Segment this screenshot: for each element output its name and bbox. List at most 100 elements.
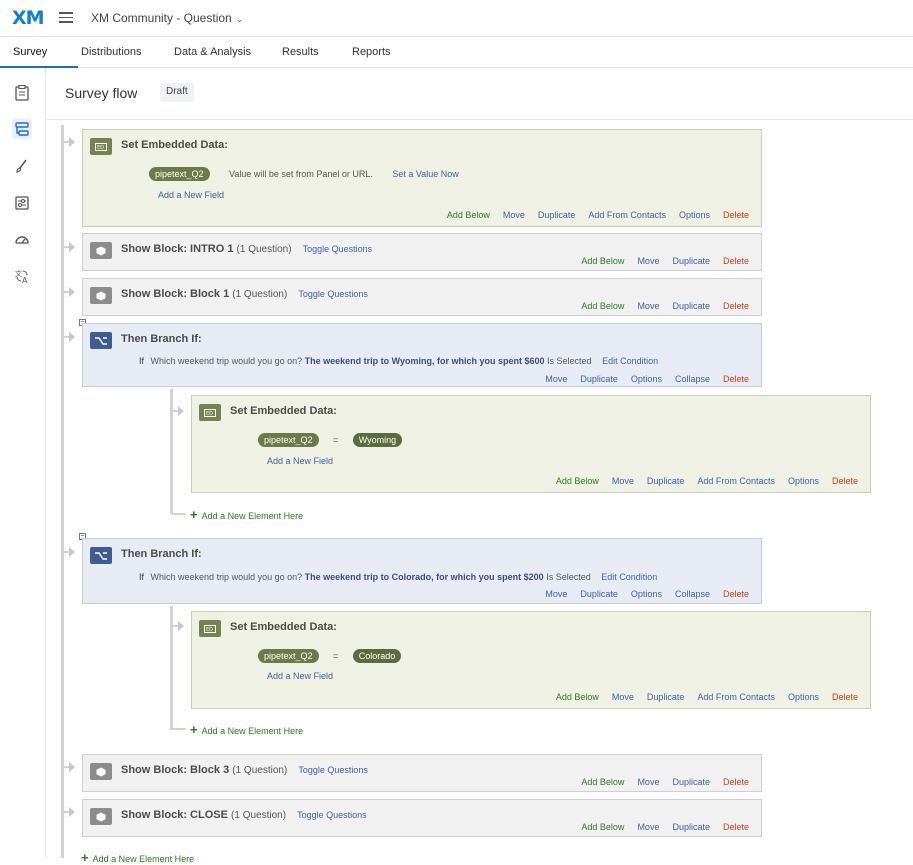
add-from-contacts-button[interactable]: Add From Contacts <box>588 210 666 220</box>
collapse-button[interactable]: Collapse <box>675 589 710 599</box>
add-below-button[interactable]: Add Below <box>581 301 624 311</box>
add-new-element-link[interactable]: + Add a New Element Here <box>190 722 303 737</box>
duplicate-button[interactable]: Duplicate <box>538 210 576 220</box>
menu-icon[interactable] <box>59 12 73 23</box>
duplicate-button[interactable]: Duplicate <box>672 777 710 787</box>
options-button[interactable]: Options <box>631 589 662 599</box>
status-badge: Draft <box>160 83 194 102</box>
move-button[interactable]: Move <box>545 589 567 599</box>
add-below-button[interactable]: Add Below <box>581 256 624 266</box>
condition-choice: The weekend trip to Colorado, for which … <box>304 572 544 582</box>
set-value-now-link[interactable]: Set a Value Now <box>392 169 458 179</box>
add-below-button[interactable]: Add Below <box>556 692 599 702</box>
delete-button[interactable]: Delete <box>723 822 749 832</box>
add-below-button[interactable]: Add Below <box>581 822 624 832</box>
tab-reports[interactable]: Reports <box>352 46 391 58</box>
duplicate-button[interactable]: Duplicate <box>647 476 685 486</box>
tab-distributions[interactable]: Distributions <box>81 46 142 58</box>
delete-button[interactable]: Delete <box>723 589 749 599</box>
duplicate-button[interactable]: Duplicate <box>647 692 685 702</box>
tab-survey[interactable]: Survey <box>13 46 47 58</box>
delete-button[interactable]: Delete <box>832 692 858 702</box>
add-new-field-link[interactable]: Add a New Field <box>158 190 224 200</box>
embedded-data-icon: ED <box>199 620 221 637</box>
collapse-button[interactable]: Collapse <box>675 374 710 384</box>
options-icon[interactable] <box>12 193 32 213</box>
options-button[interactable]: Options <box>679 210 710 220</box>
look-and-feel-icon[interactable] <box>12 156 32 176</box>
duplicate-button[interactable]: Duplicate <box>672 822 710 832</box>
duplicate-button[interactable]: Duplicate <box>580 589 618 599</box>
options-button[interactable]: Options <box>631 374 662 384</box>
add-below-button[interactable]: Add Below <box>556 476 599 486</box>
toggle-questions-link[interactable]: Toggle Questions <box>298 765 368 775</box>
tab-results[interactable]: Results <box>282 46 319 58</box>
delete-button[interactable]: Delete <box>723 301 749 311</box>
toggle-questions-link[interactable]: Toggle Questions <box>297 810 367 820</box>
delete-button[interactable]: Delete <box>723 777 749 787</box>
equals-sign: = <box>333 651 339 661</box>
flow-arrow <box>178 406 184 416</box>
embedded-data-icon: ED <box>90 138 112 155</box>
add-below-button[interactable]: Add Below <box>581 777 624 787</box>
question-count: (1 Question) <box>232 765 288 776</box>
duplicate-button[interactable]: Duplicate <box>672 301 710 311</box>
element-title: Then Branch If: <box>121 548 202 560</box>
move-button[interactable]: Move <box>637 256 659 266</box>
move-button[interactable]: Move <box>612 692 634 702</box>
element-actions: Move Duplicate Options Collapse Delete <box>532 589 749 599</box>
svg-text:A: A <box>22 276 28 284</box>
move-button[interactable]: Move <box>637 301 659 311</box>
element-title: Show Block: Block 3 (1 Question) Toggle … <box>121 764 368 776</box>
move-button[interactable]: Move <box>637 822 659 832</box>
field-hint: Value will be set from Panel or URL. <box>229 169 373 179</box>
delete-button[interactable]: Delete <box>832 476 858 486</box>
add-from-contacts-button[interactable]: Add From Contacts <box>697 692 775 702</box>
xm-logo[interactable]: XM <box>12 7 45 29</box>
toggle-questions-link[interactable]: Toggle Questions <box>298 289 368 299</box>
add-element-label: Add a New Element Here <box>201 726 304 736</box>
move-button[interactable]: Move <box>637 777 659 787</box>
toggle-questions-link[interactable]: Toggle Questions <box>303 244 373 254</box>
add-new-field-link[interactable]: Add a New Field <box>267 671 333 681</box>
show-block-element: Show Block: Block 3 (1 Question) Toggle … <box>82 754 762 792</box>
condition-question: Which weekend trip would you go on? <box>150 356 303 366</box>
tab-data-analysis[interactable]: Data & Analysis <box>174 46 251 58</box>
edit-condition-link[interactable]: Edit Condition <box>602 356 658 366</box>
delete-button[interactable]: Delete <box>723 374 749 384</box>
move-button[interactable]: Move <box>612 476 634 486</box>
element-actions: Add Below Move Duplicate Add From Contacts O… <box>434 210 749 220</box>
survey-icon[interactable] <box>12 83 32 103</box>
translate-icon[interactable]: 文A <box>12 266 32 286</box>
question-count: (1 Question) <box>236 244 292 255</box>
add-new-field-link[interactable]: Add a New Field <box>267 456 333 466</box>
embedded-field-pill[interactable]: pipetext_Q2 <box>258 433 319 447</box>
add-new-element-link[interactable]: + Add a New Element Here <box>190 507 303 522</box>
plus-icon: + <box>190 722 198 737</box>
delete-button[interactable]: Delete <box>723 256 749 266</box>
element-actions: Add Below Move Duplicate Delete <box>568 777 749 787</box>
move-button[interactable]: Move <box>545 374 567 384</box>
flow-arrow <box>69 762 75 772</box>
project-selector[interactable]: XM Community - Question ⌄ <box>91 11 243 25</box>
edit-condition-link[interactable]: Edit Condition <box>601 572 657 582</box>
options-button[interactable]: Options <box>788 692 819 702</box>
embedded-field-pill[interactable]: pipetext_Q2 <box>258 649 319 663</box>
move-button[interactable]: Move <box>503 210 525 220</box>
duplicate-button[interactable]: Duplicate <box>580 374 618 384</box>
embedded-value-pill[interactable]: Wyoming <box>352 433 403 447</box>
duplicate-button[interactable]: Duplicate <box>672 256 710 266</box>
options-button[interactable]: Options <box>788 476 819 486</box>
flow-icon[interactable] <box>12 119 32 139</box>
question-count: (1 Question) <box>232 289 288 300</box>
flow-connector <box>170 389 173 514</box>
embedded-field-pill[interactable]: pipetext_Q2 <box>149 167 210 181</box>
add-below-button[interactable]: Add Below <box>447 210 490 220</box>
delete-button[interactable]: Delete <box>723 210 749 220</box>
embedded-data-element: ED Set Embedded Data: pipetext_Q2 = Wyom… <box>191 395 871 493</box>
chevron-down-icon: ⌄ <box>235 14 244 24</box>
add-from-contacts-button[interactable]: Add From Contacts <box>697 476 775 486</box>
tools-icon[interactable] <box>12 229 32 249</box>
main-tabs: Survey Distributions Data & Analysis Res… <box>0 36 913 68</box>
embedded-value-pill[interactable]: Colorado <box>352 649 402 663</box>
